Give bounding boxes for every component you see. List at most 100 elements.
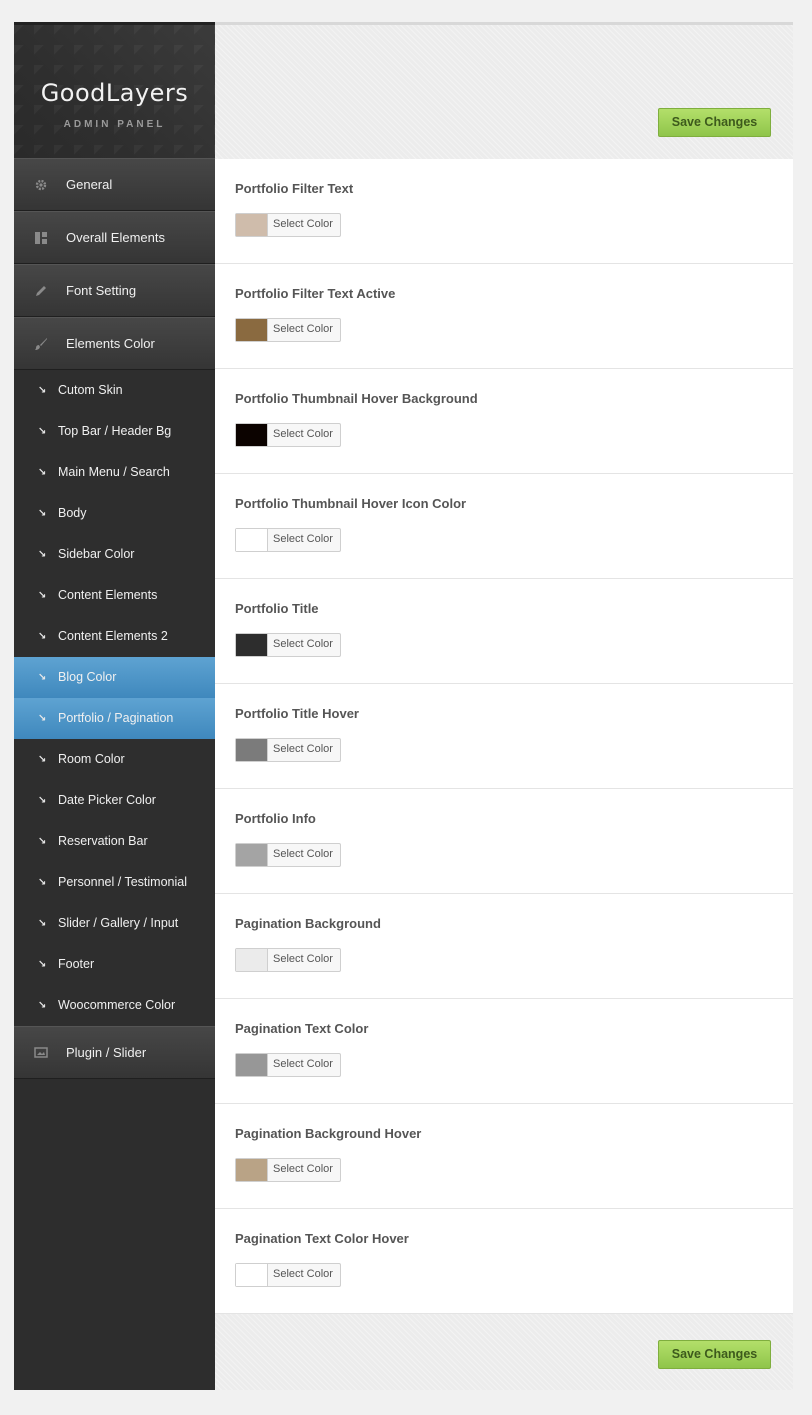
color-swatch[interactable]	[236, 1159, 268, 1181]
submenu-item-label: Content Elements	[58, 588, 158, 602]
submenu-item-label: Date Picker Color	[58, 793, 156, 807]
color-setting-label: Pagination Text Color Hover	[235, 1231, 409, 1246]
color-setting-row: Pagination Background Select Color	[215, 894, 793, 999]
color-picker-button[interactable]: Select Color	[235, 633, 341, 657]
select-color-label: Select Color	[273, 1163, 333, 1175]
submenu-item-body[interactable]: ↘ Body	[14, 493, 215, 534]
arrow-down-right-icon: ↘	[38, 590, 47, 601]
submenu-item-label: Room Color	[58, 752, 125, 766]
submenu-item-content-elements-2[interactable]: ↘ Content Elements 2	[14, 616, 215, 657]
select-color-label: Select Color	[273, 743, 333, 755]
submenu-item-label: Reservation Bar	[58, 834, 148, 848]
submenu-item-reservation-bar[interactable]: ↘ Reservation Bar	[14, 821, 215, 862]
color-swatch[interactable]	[236, 949, 268, 971]
image-icon	[34, 1046, 48, 1060]
color-picker-button[interactable]: Select Color	[235, 843, 341, 867]
arrow-down-right-icon: ↘	[38, 754, 47, 765]
brand-logo: GoodLayers ADMIN PANEL	[14, 25, 215, 158]
color-picker-button[interactable]: Select Color	[235, 1053, 341, 1077]
brand-title: GoodLayers	[40, 79, 189, 107]
submenu-item-woocommerce-color[interactable]: ↘ Woocommerce Color	[14, 985, 215, 1026]
arrow-down-right-icon: ↘	[38, 877, 47, 888]
color-swatch[interactable]	[236, 319, 268, 341]
color-setting-label: Portfolio Thumbnail Hover Background	[235, 391, 478, 406]
color-swatch[interactable]	[236, 1054, 268, 1076]
color-setting-label: Portfolio Thumbnail Hover Icon Color	[235, 496, 467, 511]
select-color-label: Select Color	[273, 953, 333, 965]
color-swatch[interactable]	[236, 529, 268, 551]
arrow-down-right-icon: ↘	[38, 385, 47, 396]
submenu-item-label: Top Bar / Header Bg	[58, 424, 172, 438]
sidebar-item-font-setting[interactable]: Font Setting	[14, 264, 215, 317]
color-picker-button[interactable]: Select Color	[235, 318, 341, 342]
color-setting-row: Portfolio Thumbnail Hover Icon Color Sele…	[215, 474, 793, 579]
submenu-item-label: Slider / Gallery / Input	[58, 916, 179, 930]
submenu-item-cutom-skin[interactable]: ↘ Cutom Skin	[14, 370, 215, 411]
brush-icon	[34, 337, 48, 351]
sidebar-menu: General Overall Elements Font Setting Eleme…	[14, 158, 215, 1079]
submenu-item-label: Personnel / Testimonial	[58, 875, 188, 889]
sidebar-item-label: General	[66, 177, 113, 192]
color-setting-label: Portfolio Title	[235, 601, 319, 616]
color-picker-button[interactable]: Select Color	[235, 1263, 341, 1287]
submenu-item-content-elements[interactable]: ↘ Content Elements	[14, 575, 215, 616]
color-setting-row: Portfolio Title Hover Select Color	[215, 684, 793, 789]
color-swatch[interactable]	[236, 1264, 268, 1286]
admin-frame: GoodLayers ADMIN PANEL General Overall El…	[14, 22, 793, 1390]
sidebar-item-elements-color[interactable]: Elements Color	[14, 317, 215, 370]
submenu-item-slider-gallery-input[interactable]: ↘ Slider / Gallery / Input	[14, 903, 215, 944]
submenu-item-top-bar-header-bg[interactable]: ↘ Top Bar / Header Bg	[14, 411, 215, 452]
submenu-item-date-picker-color[interactable]: ↘ Date Picker Color	[14, 780, 215, 821]
submenu-item-sidebar-color[interactable]: ↘ Sidebar Color	[14, 534, 215, 575]
pencil-icon	[34, 284, 48, 298]
color-swatch[interactable]	[236, 634, 268, 656]
color-setting-label: Portfolio Info	[235, 811, 316, 826]
save-changes-button-bottom[interactable]: Save Changes	[658, 1340, 771, 1369]
color-swatch[interactable]	[236, 844, 268, 866]
select-color-label: Select Color	[273, 428, 333, 440]
color-swatch[interactable]	[236, 739, 268, 761]
submenu-item-label: Content Elements 2	[58, 629, 168, 643]
sidebar-item-label: Plugin / Slider	[66, 1045, 147, 1060]
color-setting-row: Portfolio Info Select Color	[215, 789, 793, 894]
sidebar-item-general[interactable]: General	[14, 158, 215, 211]
arrow-down-right-icon: ↘	[38, 1000, 47, 1011]
color-setting-row: Portfolio Thumbnail Hover Background Sele…	[215, 369, 793, 474]
color-setting-label: Portfolio Filter Text Active	[235, 286, 396, 301]
color-picker-button[interactable]: Select Color	[235, 1158, 341, 1182]
color-swatch[interactable]	[236, 424, 268, 446]
arrow-down-right-icon: ↘	[38, 549, 47, 560]
color-setting-row: Pagination Background Hover Select Color	[215, 1104, 793, 1209]
color-setting-row: Pagination Text Color Hover Select Color	[215, 1209, 793, 1314]
arrow-down-right-icon: ↘	[38, 713, 47, 724]
color-picker-button[interactable]: Select Color	[235, 948, 341, 972]
color-setting-row: Portfolio Filter Text Select Color	[215, 159, 793, 264]
sidebar-item-label: Overall Elements	[66, 230, 165, 245]
submenu-item-label: Cutom Skin	[58, 383, 123, 397]
submenu-item-personnel-testimonial[interactable]: ↘ Personnel / Testimonial	[14, 862, 215, 903]
submenu-item-label: Body	[58, 506, 87, 520]
submenu-item-label: Portfolio / Pagination	[58, 711, 174, 725]
submenu-item-footer[interactable]: ↘ Footer	[14, 944, 215, 985]
submenu-item-room-color[interactable]: ↘ Room Color	[14, 739, 215, 780]
color-setting-label: Portfolio Filter Text	[235, 181, 354, 196]
color-setting-label: Portfolio Title Hover	[235, 706, 359, 721]
submenu-item-label: Sidebar Color	[58, 547, 135, 561]
sidebar-item-plugin-slider[interactable]: Plugin / Slider	[14, 1026, 215, 1079]
color-picker-button[interactable]: Select Color	[235, 423, 341, 447]
color-picker-button[interactable]: Select Color	[235, 213, 341, 237]
select-color-label: Select Color	[273, 218, 333, 230]
settings-content: Save Changes Portfolio Filter Text Select…	[215, 22, 793, 1390]
gear-icon	[34, 178, 48, 192]
color-setting-row: Pagination Text Color Select Color	[215, 999, 793, 1104]
color-swatch[interactable]	[236, 214, 268, 236]
submenu-elements-color: ↘ Cutom Skin ↘ Top Bar / Header Bg ↘ Main Men…	[14, 370, 215, 1026]
save-changes-button-top[interactable]: Save Changes	[658, 108, 771, 137]
sidebar-item-overall-elements[interactable]: Overall Elements	[14, 211, 215, 264]
submenu-item-blog-color[interactable]: ↘ Blog Color	[14, 657, 215, 698]
submenu-item-main-menu-search[interactable]: ↘ Main Menu / Search	[14, 452, 215, 493]
color-picker-button[interactable]: Select Color	[235, 738, 341, 762]
submenu-item-label: Blog Color	[58, 670, 117, 684]
color-picker-button[interactable]: Select Color	[235, 528, 341, 552]
submenu-item-portfolio-pagination[interactable]: ↘ Portfolio / Pagination	[14, 698, 215, 739]
